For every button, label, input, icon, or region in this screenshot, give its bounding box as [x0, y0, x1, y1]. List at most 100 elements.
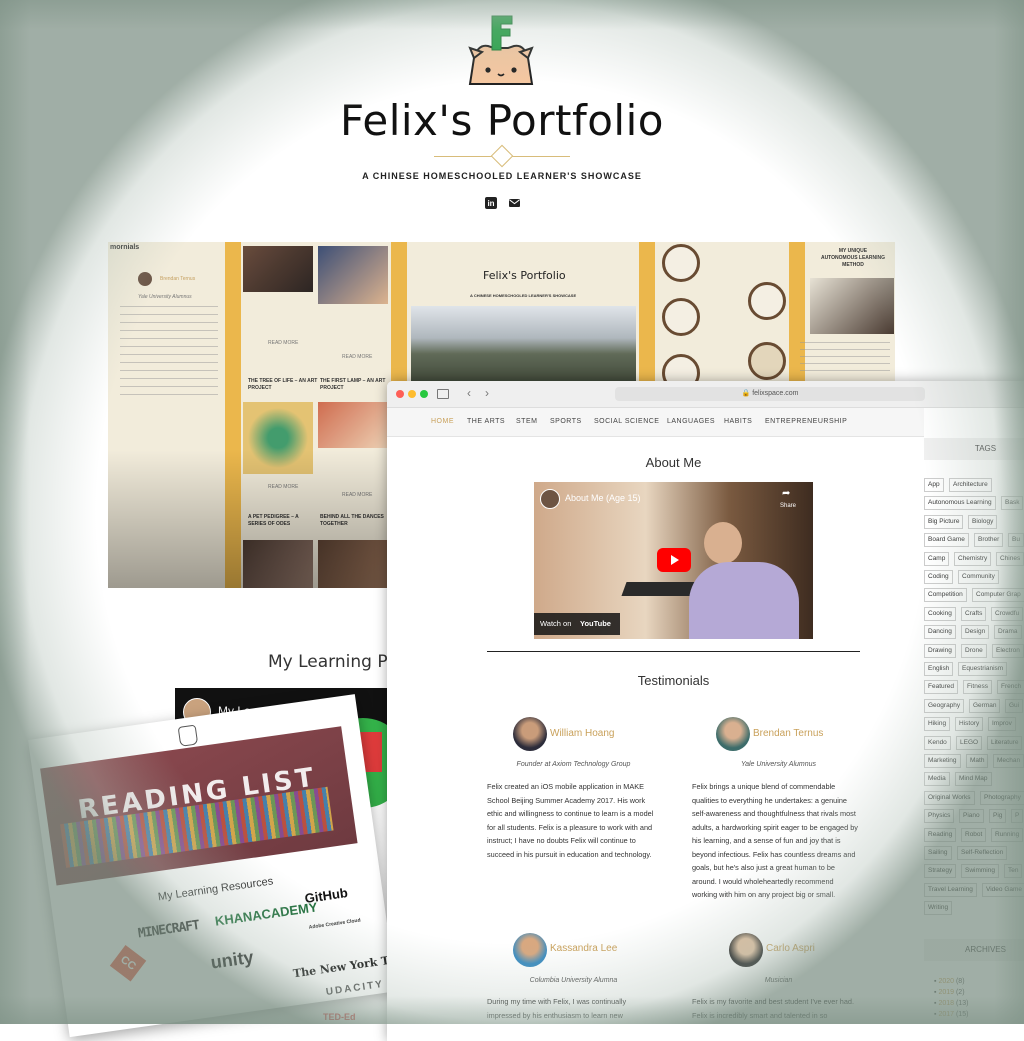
nav-habits[interactable]: HABITS — [724, 418, 752, 425]
archive-year[interactable]: 2018 — [938, 1000, 954, 1007]
tag-robot[interactable]: Robot — [961, 827, 987, 842]
tag-architecture[interactable]: Architecture — [949, 478, 992, 492]
nav-stem[interactable]: STEM — [516, 418, 537, 425]
tag-lego[interactable]: LEGO — [956, 735, 983, 750]
tag-camp[interactable]: Camp — [924, 551, 950, 566]
site-title[interactable]: Felix's Portfolio — [0, 96, 1004, 145]
address-bar[interactable]: 🔒 felixspace.com — [615, 387, 925, 401]
close-window-button[interactable] — [396, 390, 404, 398]
nav-social-science[interactable]: SOCIAL SCIENCE — [594, 418, 659, 425]
tag-original-works[interactable]: Original Works — [924, 790, 975, 805]
unity-logo[interactable]: unity — [209, 947, 255, 974]
nav-sports[interactable]: SPORTS — [550, 418, 582, 425]
linkedin-icon[interactable]: in — [485, 197, 497, 209]
tag-drawing[interactable]: Drawing — [924, 643, 956, 658]
tag-crowdfu[interactable]: Crowdfu — [991, 606, 1024, 621]
tag-competition[interactable]: Competition — [924, 588, 967, 603]
play-button[interactable] — [657, 548, 691, 572]
nyt-logo[interactable]: The New York Times — [292, 950, 396, 980]
archive-year[interactable]: 2017 — [938, 1011, 954, 1018]
archive-item[interactable]: ▪ 2017 (15) — [934, 1011, 968, 1018]
tag-design[interactable]: Design — [961, 625, 990, 640]
tag-running[interactable]: Running — [991, 827, 1024, 842]
tag-chines[interactable]: Chines — [996, 551, 1024, 566]
share-icon[interactable]: ➦ — [782, 488, 790, 499]
tag-video-game[interactable]: Video Game — [982, 882, 1024, 897]
tag-marketing[interactable]: Marketing — [924, 754, 961, 768]
testimonial-name[interactable]: Carlo Aspri — [766, 943, 815, 954]
tag-computer-grap[interactable]: Computer Grap — [972, 588, 1024, 603]
tag-reading[interactable]: Reading — [924, 827, 957, 842]
code-combat-logo[interactable]: CC — [109, 945, 147, 982]
tag-hiking[interactable]: Hiking — [924, 717, 951, 732]
tag-bu[interactable]: Bu — [1008, 533, 1024, 548]
tag-literature[interactable]: Literature — [987, 735, 1023, 750]
tag-autonomous-learning[interactable]: Autonomous Learning — [924, 496, 996, 511]
tag-sailing[interactable]: Sailing — [924, 846, 952, 860]
archive-item[interactable]: ▪ 2020 (8) — [934, 978, 965, 985]
tag-crafts[interactable]: Crafts — [961, 606, 987, 621]
khan-academy-logo[interactable]: KHANACADEMY — [214, 899, 318, 928]
minecraft-logo[interactable]: MINECRAFT — [137, 918, 200, 941]
tag-coding[interactable]: Coding — [924, 570, 953, 584]
udacity-logo[interactable]: UDACITY — [325, 979, 384, 998]
tag-electron[interactable]: Electron — [992, 643, 1024, 658]
tag-fitness[interactable]: Fitness — [963, 680, 992, 695]
tag-bask[interactable]: Bask — [1001, 496, 1024, 511]
tag-improv[interactable]: Improv — [988, 717, 1016, 732]
nav-languages[interactable]: LANGUAGES — [667, 418, 715, 425]
archive-item[interactable]: ▪ 2019 (2) — [934, 989, 965, 996]
tag-mind-map[interactable]: Mind Map — [955, 772, 992, 787]
minimize-window-button[interactable] — [408, 390, 416, 398]
tag-ten[interactable]: Ten — [1004, 864, 1023, 879]
tag-community[interactable]: Community — [958, 570, 999, 584]
watch-on-youtube-button[interactable]: Watch on YouTube — [534, 613, 620, 635]
github-logo[interactable]: GitHub — [304, 885, 349, 906]
tag-media[interactable]: Media — [924, 772, 950, 787]
tag-app[interactable]: App — [924, 478, 944, 492]
tag-piano[interactable]: Piano — [959, 809, 984, 824]
tag-dancing[interactable]: Dancing — [924, 625, 956, 640]
testimonial-name[interactable]: William Hoang — [550, 728, 614, 739]
nav-entrepreneurship[interactable]: ENTREPRENEURSHIP — [765, 418, 847, 425]
tag-photography[interactable]: Photography — [980, 790, 1024, 805]
mail-icon[interactable] — [508, 197, 520, 209]
site-logo[interactable] — [466, 14, 536, 88]
tag-geography[interactable]: Geography — [924, 698, 965, 713]
tag-featured[interactable]: Featured — [924, 680, 959, 695]
tag-strategy[interactable]: Strategy — [924, 864, 957, 879]
reading-list-card[interactable]: READING LIST My Learning Resources MINEC… — [28, 694, 397, 1038]
tag-biology[interactable]: Biology — [968, 514, 998, 529]
sidebar-toggle-icon[interactable] — [437, 389, 449, 399]
tag-physics[interactable]: Physics — [924, 809, 955, 824]
testimonial-name[interactable]: Brendan Ternus — [753, 728, 823, 739]
tag-self-reflection[interactable]: Self-Reflection — [957, 846, 1008, 860]
tag-p[interactable]: P — [1011, 809, 1024, 824]
archive-year[interactable]: 2019 — [938, 989, 954, 996]
adobe-cc-logo[interactable]: Adobe Creative Cloud — [308, 917, 361, 930]
tag-english[interactable]: English — [924, 662, 954, 676]
about-me-video[interactable]: About Me (Age 15) ➦ Share Watch on YouTu… — [534, 482, 813, 639]
tag-board-game[interactable]: Board Game — [924, 533, 969, 548]
tag-drama[interactable]: Drama — [994, 625, 1022, 640]
tag-french[interactable]: French — [997, 680, 1024, 695]
tag-chemistry[interactable]: Chemistry — [954, 551, 992, 566]
tag-kendo[interactable]: Kendo — [924, 735, 951, 750]
tag-big-picture[interactable]: Big Picture — [924, 514, 964, 529]
tag-gui[interactable]: Gui — [1005, 698, 1024, 713]
tag-german[interactable]: German — [969, 698, 1001, 713]
forward-icon[interactable]: › — [485, 386, 489, 400]
testimonial-name[interactable]: Kassandra Lee — [550, 943, 617, 954]
tag-pig[interactable]: Pig — [989, 809, 1007, 824]
archive-item[interactable]: ▪ 2018 (13) — [934, 1000, 968, 1007]
tag-history[interactable]: History — [955, 717, 984, 732]
tag-drone[interactable]: Drone — [961, 643, 987, 658]
maximize-window-button[interactable] — [420, 390, 428, 398]
archive-year[interactable]: 2020 — [938, 978, 954, 985]
tag-cooking[interactable]: Cooking — [924, 606, 956, 621]
tag-travel-learning[interactable]: Travel Learning — [924, 882, 977, 897]
tag-swimming[interactable]: Swimming — [961, 864, 999, 879]
back-icon[interactable]: ‹ — [467, 386, 471, 400]
tag-brother[interactable]: Brother — [974, 533, 1004, 548]
tag-math[interactable]: Math — [966, 754, 989, 768]
